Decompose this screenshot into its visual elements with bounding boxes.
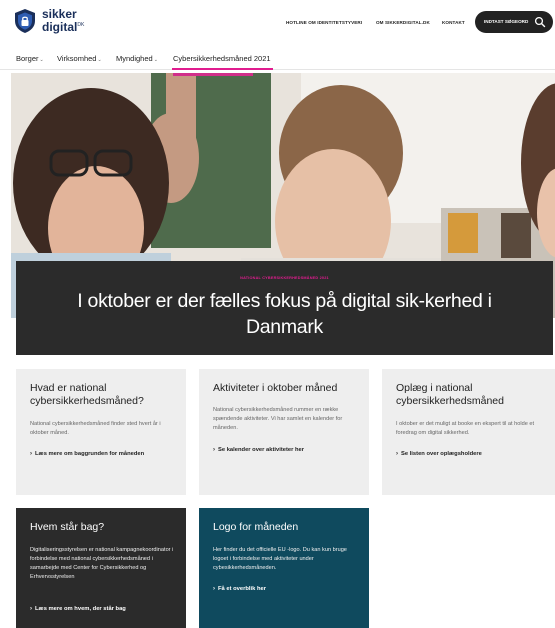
search-label: INDTAST SØGEORD [484,19,529,24]
search-icon [534,16,546,28]
topnav-hotline[interactable]: HOTLINE OM IDENTITETSTYVERI [286,20,362,25]
card-what-is[interactable]: Hvad er national cybersikkerhedsmåned? N… [16,369,186,495]
card-link-label: Læs mere om hvem, der står bag [35,606,126,612]
logo-word-2: digital [42,20,78,34]
shield-logo-icon [15,9,35,33]
arrow-right-icon: › [30,451,32,457]
nav-label: Borger [16,54,39,63]
hero-eyebrow: NATIONAL CYBERSIKKERHEDSMÅNED 2021 [240,276,329,280]
card-title: Aktiviteter i oktober måned [213,382,338,394]
card-text: National cybersikkerhedsmåned finder ste… [30,421,161,436]
card-text: Digitaliseringsstyrelsen er national kam… [30,547,174,580]
topnav-about[interactable]: OM SIKKERDIGITAL.DK [376,20,430,25]
card-who[interactable]: Hvem står bag? Digitaliseringsstyrelsen … [16,508,186,628]
main-nav: Borger⌄ Virksomhed⌄ Myndighed⌄ Cybersikk… [0,48,555,70]
card-link[interactable]: › Læs mere om hvem, der står bag [30,606,126,612]
logo-wordmark: sikker digitalDK [42,7,85,34]
card-link[interactable]: › Se listen over oplægsholdere [396,451,482,457]
search-button[interactable]: INDTAST SØGEORD [475,11,553,33]
chevron-down-icon: ⌄ [39,57,44,63]
card-title: Hvad er national cybersikkerhedsmåned? [30,382,144,407]
card-text: National cybersikkerhedsmåned rummer en … [213,407,343,431]
logo-word-1: sikker [42,7,77,21]
nav-active-indicator [172,68,273,70]
logo-suffix: DK [77,22,85,28]
chevron-down-icon: ⌄ [153,57,158,63]
arrow-right-icon: › [213,586,215,592]
arrow-right-icon: › [396,451,398,457]
card-link[interactable]: › Få et overblik her [213,586,266,592]
card-title: Logo for måneden [213,521,299,533]
nav-label: Virksomhed [57,54,97,63]
nav-label: Myndighed [116,54,153,63]
card-link-label: Se kalender over aktiviteter her [218,447,305,453]
arrow-right-icon: › [30,606,32,612]
card-link-label: Læs mere om baggrunden for måneden [35,451,145,457]
site-logo[interactable]: sikker digitalDK [13,8,84,34]
card-text: Her finder du det officielle EU -logo. D… [213,547,347,571]
card-title: Hvem står bag? [30,521,105,533]
hero-title: I oktober er der fælles fokus på digital… [77,290,492,338]
card-text: I oktober er det muligt at booke en eksp… [396,421,535,436]
topnav-contact[interactable]: KONTAKT [442,20,465,25]
card-link[interactable]: › Se kalender over aktiviteter her [213,447,304,453]
card-link-label: Få et overblik her [218,586,267,592]
nav-item-virksomhed[interactable]: Virksomhed⌄ [57,54,102,63]
card-logo[interactable]: Logo for måneden Her finder du det offic… [199,508,369,628]
card-activities[interactable]: Aktiviteter i oktober måned National cyb… [199,369,369,495]
chevron-down-icon: ⌄ [97,57,102,63]
nav-item-borger[interactable]: Borger⌄ [16,54,44,63]
nav-item-myndighed[interactable]: Myndighed⌄ [116,54,158,63]
card-talks[interactable]: Oplæg i national cybersikkerhedsmåned I … [382,369,555,495]
card-title: Oplæg i national cybersikkerhedsmåned [396,382,504,407]
arrow-right-icon: › [213,447,215,453]
site-header: sikker digitalDK HOTLINE OM IDENTITETSTY… [0,0,555,44]
card-link-label: Se listen over oplægsholdere [401,451,482,457]
nav-item-cybersikkerhedsmaaned[interactable]: Cybersikkerhedsmåned 2021 [173,54,271,63]
card-link[interactable]: › Læs mere om baggrunden for måneden [30,451,144,457]
hero-caption-box: NATIONAL CYBERSIKKERHEDSMÅNED 2021 I okt… [16,261,553,355]
